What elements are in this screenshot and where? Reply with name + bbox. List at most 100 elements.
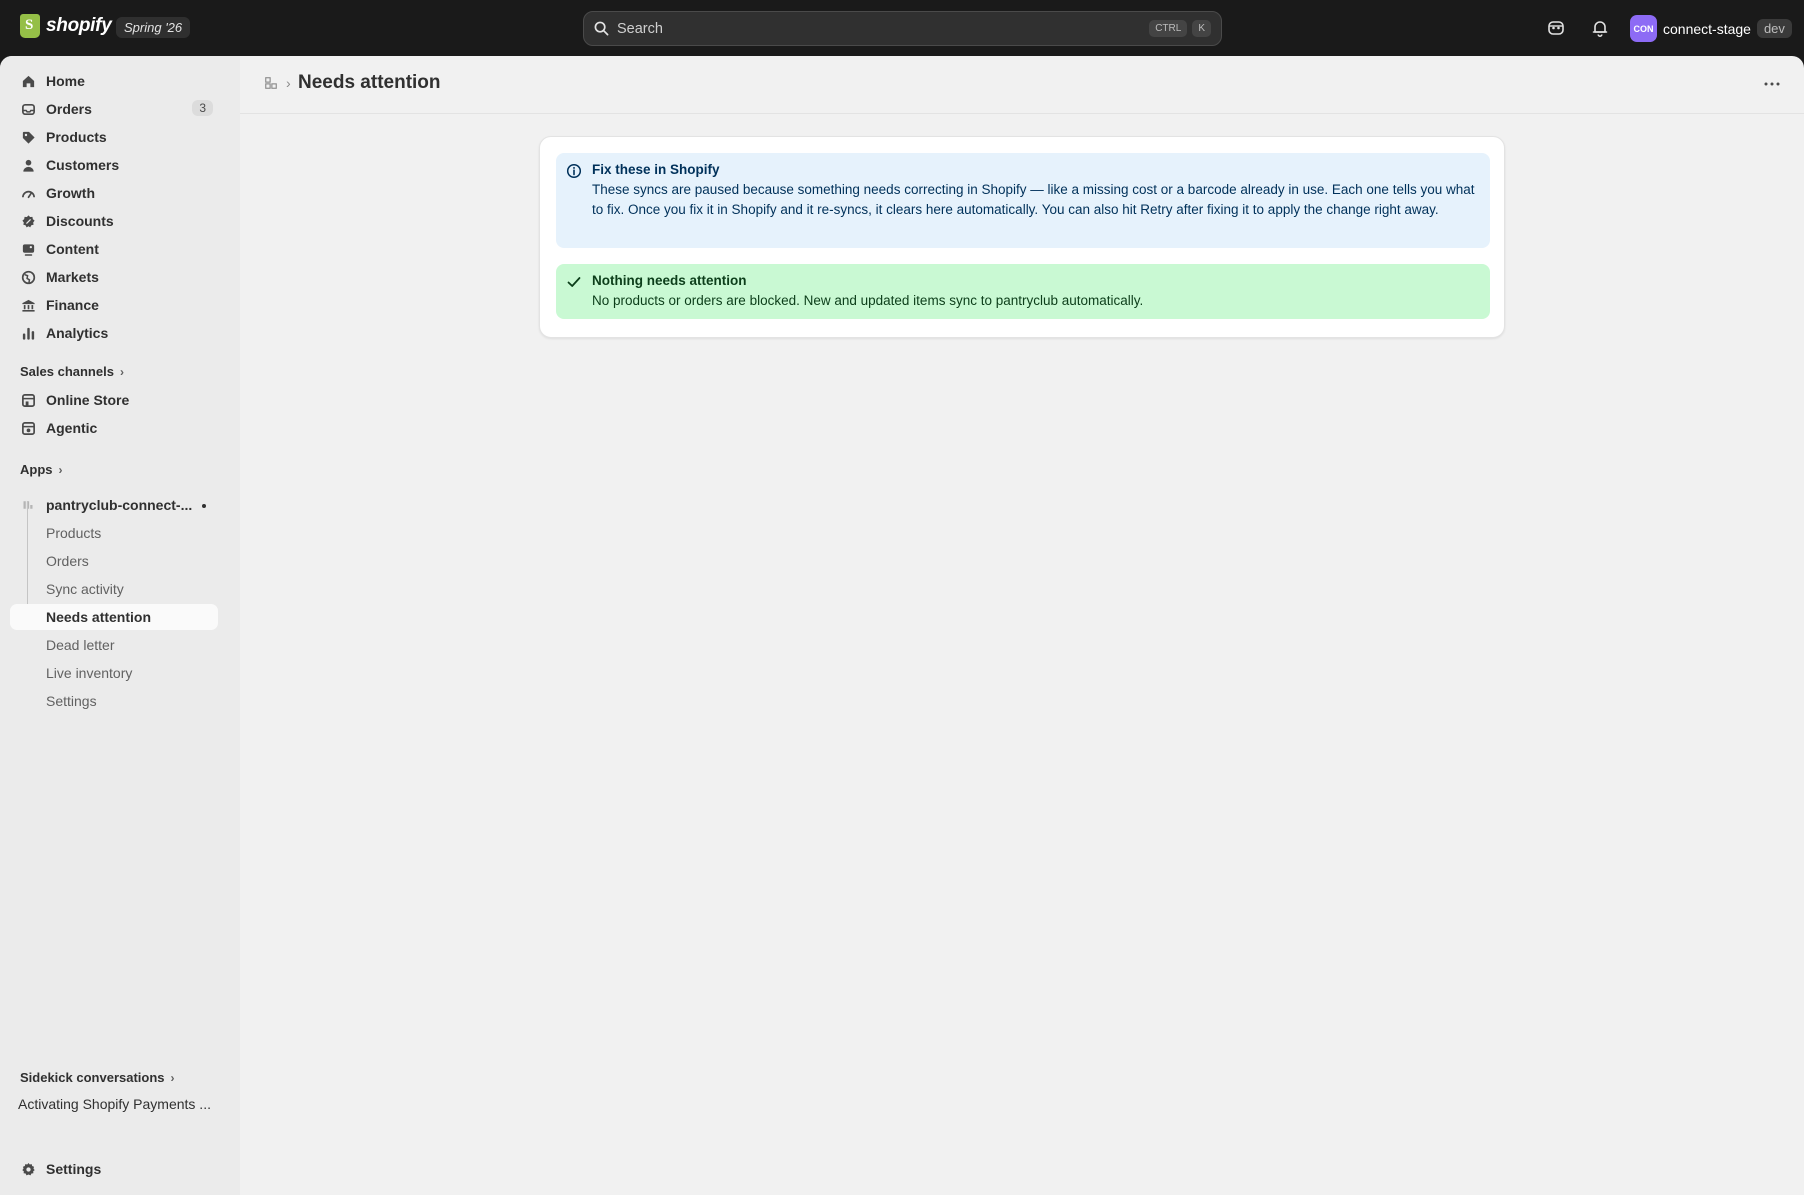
app-breadcrumb-icon[interactable] xyxy=(264,76,278,90)
sidebar-item-label: Analytics xyxy=(46,325,109,341)
discount-icon xyxy=(20,213,36,229)
bell-icon[interactable] xyxy=(1590,18,1610,38)
sidekick-icon[interactable] xyxy=(1546,18,1566,38)
shopify-bag-icon xyxy=(20,14,40,38)
sidebar-item-analytics[interactable]: Analytics xyxy=(10,319,218,347)
app-subitem-sync-activity[interactable]: Sync activity xyxy=(10,576,218,602)
search-icon xyxy=(594,21,609,36)
subitem-label: Sync activity xyxy=(46,581,124,597)
agentic-icon xyxy=(20,420,36,436)
page-title: Needs attention xyxy=(298,72,441,93)
sidebar-item-label: Orders xyxy=(46,101,92,117)
sidebar-item-home[interactable]: Home xyxy=(10,67,218,95)
subitem-label: Needs attention xyxy=(46,609,152,625)
content-icon xyxy=(20,241,36,257)
shortcut-ctrl: CTRL xyxy=(1149,20,1188,37)
subitem-label: Products xyxy=(46,525,102,541)
page-header: › Needs attention xyxy=(240,56,1804,114)
sidebar-item-label: Finance xyxy=(46,297,99,313)
sidebar-item-discounts[interactable]: Discounts xyxy=(10,207,218,235)
chevron-right-icon: › xyxy=(170,1070,175,1085)
gauge-icon xyxy=(20,185,36,201)
sidebar-item-app[interactable]: pantryclub-connect-... xyxy=(10,491,218,519)
globe-icon xyxy=(20,269,36,285)
account-menu[interactable]: CON connect-stage dev xyxy=(1630,15,1792,42)
bar-chart-icon xyxy=(20,325,36,341)
sidebar-item-agentic[interactable]: Agentic xyxy=(10,414,218,442)
env-badge: dev xyxy=(1756,19,1792,38)
home-icon xyxy=(20,73,36,89)
app-subitem-live-inventory[interactable]: Live inventory xyxy=(10,660,218,686)
success-banner-title: Nothing needs attention xyxy=(592,273,747,288)
bank-icon xyxy=(20,297,36,313)
store-name: connect-stage xyxy=(1663,20,1751,37)
app-subitem-needs-attention[interactable]: Needs attention xyxy=(10,604,218,630)
sidebar-item-markets[interactable]: Markets xyxy=(10,263,218,291)
info-banner-body: These syncs are paused because something… xyxy=(592,182,1475,217)
section-label: Sidekick conversations xyxy=(20,1070,165,1085)
sidebar-item-finance[interactable]: Finance xyxy=(10,291,218,319)
app-subitem-dead-letter[interactable]: Dead letter xyxy=(10,632,218,658)
info-banner: Fix these in Shopify These syncs are pau… xyxy=(556,153,1490,248)
app-status-dot xyxy=(202,504,206,508)
sales-channels-header[interactable]: Sales channels › xyxy=(20,364,124,379)
store-icon xyxy=(20,392,36,408)
top-bar: shopify Spring '26 Search CTRL K CON con… xyxy=(0,0,1804,56)
sidebar-item-content[interactable]: Content xyxy=(10,235,218,263)
sidebar-item-customers[interactable]: Customers xyxy=(10,151,218,179)
chevron-right-icon: › xyxy=(58,462,63,477)
orders-count-badge: 3 xyxy=(192,100,213,116)
search-placeholder: Search xyxy=(617,20,663,37)
sidebar-item-label: Discounts xyxy=(46,213,114,229)
admin-shell: Home Orders 3 Products Customers Growth … xyxy=(0,56,1804,1195)
inbox-icon xyxy=(20,101,36,117)
sidebar-item-label: Online Store xyxy=(46,392,130,408)
sidebar-item-label: Customers xyxy=(46,157,120,173)
ellipsis-icon xyxy=(1764,82,1780,86)
apps-header[interactable]: Apps › xyxy=(20,462,63,477)
more-actions-button[interactable] xyxy=(1758,70,1786,98)
section-label: Sales channels xyxy=(20,364,114,379)
sidebar-item-label: Settings xyxy=(46,1161,102,1177)
section-label: Apps xyxy=(20,462,53,477)
sidebar-item-orders[interactable]: Orders 3 xyxy=(10,95,218,123)
checkmark-icon xyxy=(567,277,581,287)
info-icon xyxy=(566,163,582,179)
sidebar-item-label: Growth xyxy=(46,185,95,201)
sidebar-item-online-store[interactable]: Online Store xyxy=(10,386,218,414)
sidebar-item-growth[interactable]: Growth xyxy=(10,179,218,207)
app-icon xyxy=(20,497,36,513)
avatar: CON xyxy=(1630,15,1657,42)
sidekick-conversation-item[interactable]: Activating Shopify Payments ... xyxy=(18,1096,211,1112)
release-badge[interactable]: Spring '26 xyxy=(116,17,191,38)
subitem-label: Dead letter xyxy=(46,637,115,653)
needs-attention-card: Fix these in Shopify These syncs are pau… xyxy=(539,136,1505,338)
chevron-right-icon: › xyxy=(119,364,124,379)
sidebar-item-label: Agentic xyxy=(46,420,98,436)
subitem-label: Live inventory xyxy=(46,665,133,681)
sidebar-item-label: Markets xyxy=(46,269,99,285)
shopify-logo[interactable]: shopify xyxy=(20,14,112,38)
brand-wordmark: shopify xyxy=(46,15,112,36)
sidebar-item-label: Products xyxy=(46,129,107,145)
success-banner-body: No products or orders are blocked. New a… xyxy=(592,293,1144,308)
subitem-label: Orders xyxy=(46,553,89,569)
gear-icon xyxy=(20,1161,36,1177)
success-banner: Nothing needs attention No products or o… xyxy=(556,264,1490,319)
breadcrumb-separator: › xyxy=(286,75,291,91)
subitem-label: Settings xyxy=(46,693,97,709)
sidebar-item-label: Content xyxy=(46,241,99,257)
app-name: pantryclub-connect-... xyxy=(46,497,193,513)
info-banner-title: Fix these in Shopify xyxy=(592,162,720,177)
search-bar[interactable]: Search CTRL K xyxy=(583,11,1222,46)
app-subitem-products[interactable]: Products xyxy=(10,520,218,546)
person-icon xyxy=(20,157,36,173)
app-subitem-settings[interactable]: Settings xyxy=(10,688,218,714)
sidebar-item-settings[interactable]: Settings xyxy=(10,1155,218,1183)
sidebar-item-label: Home xyxy=(46,73,85,89)
tag-icon xyxy=(20,129,36,145)
sidebar-item-products[interactable]: Products xyxy=(10,123,218,151)
sidebar: Home Orders 3 Products Customers Growth … xyxy=(0,56,240,1195)
sidekick-conversations-header[interactable]: Sidekick conversations › xyxy=(20,1070,175,1085)
app-subitem-orders[interactable]: Orders xyxy=(10,548,218,574)
